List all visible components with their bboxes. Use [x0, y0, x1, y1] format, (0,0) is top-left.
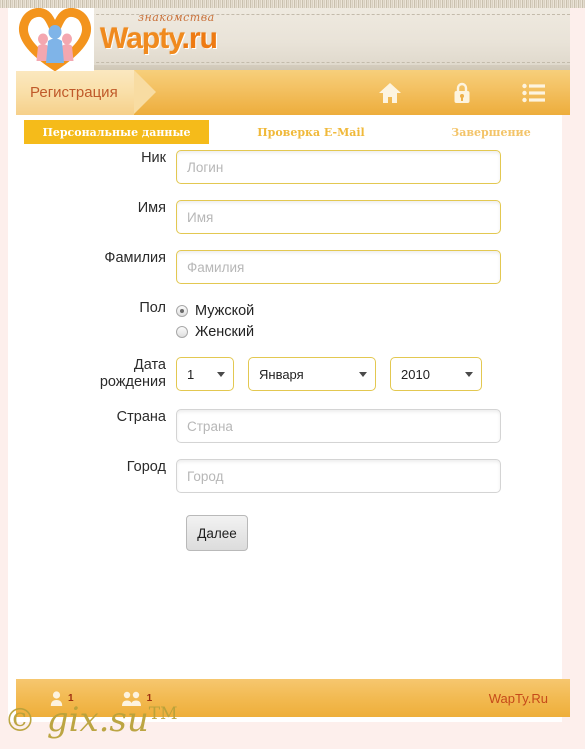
gender-option-female[interactable]: Женский — [176, 322, 254, 342]
nick-label: Ник — [141, 150, 166, 166]
users-online-count: 1 — [68, 692, 74, 704]
heart-family-logo-icon — [19, 7, 91, 71]
birth-month-value: Января — [259, 366, 304, 382]
field-row-last-name: Фамилия — [16, 250, 570, 284]
section-tab-arrow — [134, 70, 156, 114]
first-name-input[interactable] — [176, 200, 501, 234]
field-row-city: Город — [16, 459, 570, 493]
field-row-gender: Пол Мужской Женский — [16, 300, 570, 343]
field-row-birth-date: Дата рождения 1 Января 2010 — [16, 357, 570, 391]
field-row-country: Страна — [16, 409, 570, 443]
birth-day-value: 1 — [187, 366, 195, 382]
radio-male-icon[interactable] — [176, 305, 188, 317]
registration-form: Ник Имя Фамилия Пол Мужской — [16, 150, 570, 551]
navbar-icon-group — [354, 70, 570, 115]
chevron-down-icon — [217, 372, 225, 377]
field-row-nick: Ник — [16, 150, 570, 184]
step-label: Персональные данные — [42, 125, 191, 139]
user-icon — [50, 690, 63, 706]
radio-female-icon[interactable] — [176, 326, 188, 338]
guests-online-count: 1 — [146, 692, 153, 704]
logo-name: Wapty.ru — [100, 22, 218, 55]
section-tab-label: Регистрация — [30, 84, 118, 101]
lock-icon — [454, 82, 470, 103]
gender-radio-group: Мужской Женский — [176, 300, 254, 343]
site-footer: 1 1 WapTy.Ru — [16, 679, 570, 717]
birth-date-label-line2: рождения — [99, 374, 166, 390]
step-label: Проверка E-Mail — [257, 125, 365, 139]
gender-female-label: Женский — [195, 324, 255, 340]
logo-tld: .ru — [181, 22, 218, 55]
birth-day-select[interactable]: 1 — [176, 357, 234, 391]
header-dashed-line-bottom — [16, 62, 570, 63]
step-personal-data[interactable]: Персональные данные — [24, 120, 209, 144]
footer-brand-link[interactable]: WapTy.Ru — [489, 691, 548, 706]
navigation-bar: Регистрация — [16, 70, 570, 115]
last-name-input[interactable] — [176, 250, 501, 284]
chevron-down-icon — [465, 372, 473, 377]
step-email-check[interactable]: Проверка E-Mail — [231, 120, 391, 144]
top-texture-strip — [0, 0, 585, 8]
gender-option-male[interactable]: Мужской — [176, 301, 254, 321]
birth-year-value: 2010 — [401, 366, 430, 382]
users-group-icon — [121, 691, 141, 706]
gender-male-label: Мужской — [195, 303, 255, 319]
birth-month-select[interactable]: Января — [248, 357, 376, 391]
city-input[interactable] — [176, 459, 501, 493]
last-name-label: Фамилия — [104, 250, 166, 266]
submit-row: Далее — [16, 515, 570, 551]
footer-users-online: 1 — [50, 690, 74, 706]
home-icon — [379, 82, 401, 103]
city-label: Город — [126, 459, 166, 475]
list-icon — [522, 83, 545, 102]
nav-lock-button[interactable] — [426, 70, 498, 115]
nick-input[interactable] — [176, 150, 501, 184]
gender-label: Пол — [139, 300, 166, 316]
registration-steps: Персональные данные Проверка E-Mail Заве… — [16, 120, 570, 144]
field-row-first-name: Имя — [16, 200, 570, 234]
birth-date-selects: 1 Января 2010 — [176, 357, 482, 391]
birth-year-select[interactable]: 2010 — [390, 357, 482, 391]
page-root: знакомства Wapty.ru Регистрация Персонал… — [0, 0, 585, 749]
step-completion[interactable]: Завершение — [416, 120, 566, 144]
footer-guests-online: 1 — [121, 691, 153, 706]
country-label: Страна — [116, 409, 166, 425]
section-tab-registration[interactable]: Регистрация — [16, 70, 134, 115]
country-input[interactable] — [176, 409, 501, 443]
next-button[interactable]: Далее — [186, 515, 248, 551]
logo-wordmark: знакомства Wapty.ru — [100, 12, 218, 55]
site-logo[interactable] — [16, 3, 94, 71]
first-name-label: Имя — [137, 200, 166, 216]
nav-list-button[interactable] — [498, 70, 570, 115]
birth-date-label-line1: Дата — [133, 357, 166, 373]
chevron-down-icon — [359, 372, 367, 377]
main-container: знакомства Wapty.ru Регистрация Персонал… — [8, 0, 570, 722]
birth-date-label: Дата рождения — [16, 357, 176, 391]
step-label: Завершение — [451, 125, 531, 139]
nav-home-button[interactable] — [354, 70, 426, 115]
